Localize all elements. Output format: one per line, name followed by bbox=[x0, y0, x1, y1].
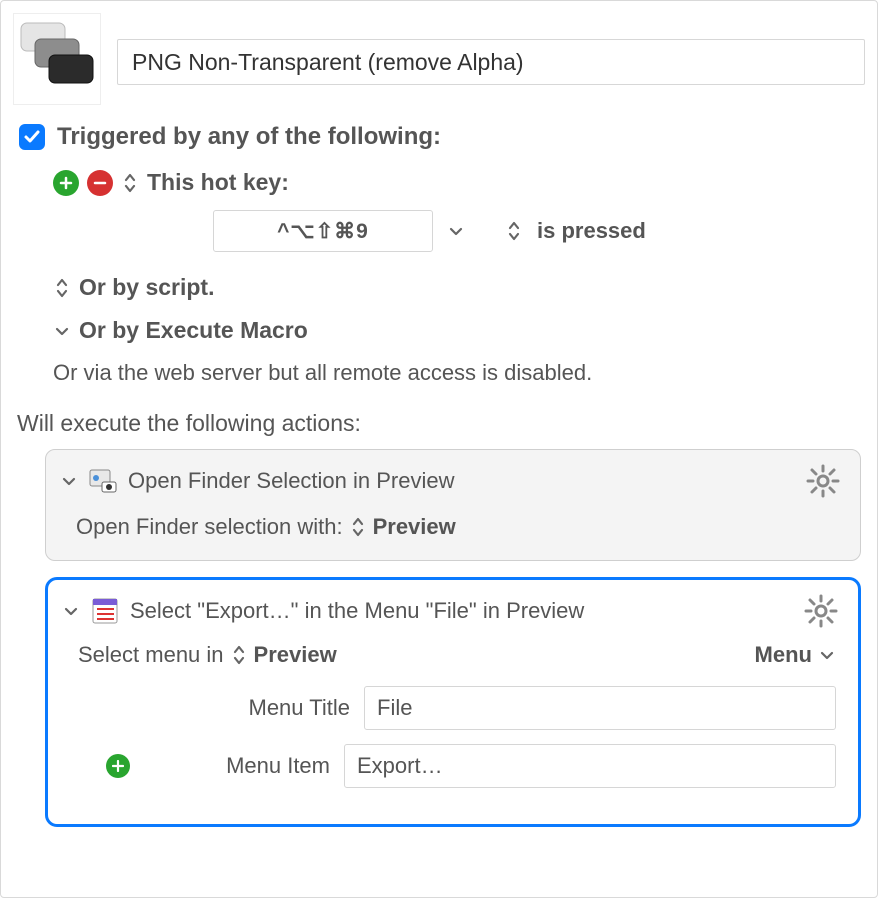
or-by-execute-macro-label: Or by Execute Macro bbox=[79, 317, 308, 344]
chevron-down-icon[interactable] bbox=[60, 472, 78, 490]
action-body: Open Finder selection with: Preview bbox=[46, 504, 860, 544]
hotkey-label: This hot key: bbox=[147, 169, 289, 196]
select-menu-in-label: Select menu in bbox=[78, 642, 224, 668]
macro-title-input[interactable] bbox=[117, 39, 865, 85]
will-execute-label: Will execute the following actions: bbox=[17, 410, 865, 437]
updown-icon[interactable] bbox=[230, 644, 248, 666]
menu-title-row: Menu Title bbox=[78, 686, 836, 730]
updown-icon[interactable] bbox=[349, 516, 367, 538]
header-row bbox=[13, 13, 865, 105]
menu-title-input[interactable] bbox=[364, 686, 836, 730]
macro-editor-panel: Triggered by any of the following: This … bbox=[0, 0, 878, 898]
open-with-label: Open Finder selection with: bbox=[76, 514, 343, 540]
action-title: Open Finder Selection in Preview bbox=[128, 468, 455, 494]
menu-item-label: Menu Item bbox=[144, 753, 330, 779]
trigger-controls: This hot key: bbox=[53, 169, 865, 196]
app-selector[interactable]: Preview bbox=[254, 642, 337, 668]
hotkey-row: ^⌥⇧⌘9 is pressed bbox=[213, 210, 865, 252]
add-menu-item-button[interactable] bbox=[106, 754, 130, 778]
triggered-by-row: Triggered by any of the following: bbox=[19, 123, 865, 151]
action-header: Open Finder Selection in Preview bbox=[46, 454, 860, 504]
gear-icon[interactable] bbox=[804, 594, 838, 628]
remove-trigger-button[interactable] bbox=[87, 170, 113, 196]
chevron-down-icon bbox=[53, 322, 71, 340]
gear-icon[interactable] bbox=[806, 464, 840, 498]
select-menu-in-row: Select menu in Preview Menu bbox=[78, 642, 836, 668]
chevron-down-icon[interactable] bbox=[62, 602, 80, 620]
menu-list-icon bbox=[90, 596, 120, 626]
action-header: Select "Export…" in the Menu "File" in P… bbox=[48, 584, 858, 634]
or-by-script-row[interactable]: Or by script. bbox=[53, 274, 865, 301]
menu-item-input[interactable] bbox=[344, 744, 836, 788]
chevron-down-icon bbox=[818, 646, 836, 664]
enabled-checkbox[interactable] bbox=[19, 124, 45, 150]
triggered-label: Triggered by any of the following: bbox=[57, 123, 441, 151]
hotkey-field[interactable]: ^⌥⇧⌘9 bbox=[213, 210, 433, 252]
action-open-finder-selection[interactable]: Open Finder Selection in Preview Open Fi… bbox=[45, 449, 861, 561]
action-title: Select "Export…" in the Menu "File" in P… bbox=[130, 598, 584, 624]
updown-icon[interactable] bbox=[505, 220, 523, 242]
add-trigger-button[interactable] bbox=[53, 170, 79, 196]
menu-dropdown-button[interactable]: Menu bbox=[755, 642, 836, 668]
macro-icon[interactable] bbox=[13, 13, 101, 105]
preview-app-icon bbox=[88, 466, 118, 496]
is-pressed-label: is pressed bbox=[537, 218, 646, 244]
action-body: Select menu in Preview Menu Menu Title bbox=[48, 634, 858, 808]
or-by-execute-macro-row[interactable]: Or by Execute Macro bbox=[53, 317, 865, 344]
webserver-row: Or via the web server but all remote acc… bbox=[53, 360, 865, 386]
action-select-menu-item[interactable]: Select "Export…" in the Menu "File" in P… bbox=[45, 577, 861, 827]
hotkey-dropdown-icon[interactable] bbox=[447, 222, 465, 240]
updown-icon[interactable] bbox=[121, 172, 139, 194]
updown-icon bbox=[53, 277, 71, 299]
menu-item-row: Menu Item bbox=[78, 744, 836, 788]
app-selector[interactable]: Preview bbox=[373, 514, 456, 540]
or-by-script-label: Or by script. bbox=[79, 274, 214, 301]
menu-title-label: Menu Title bbox=[140, 695, 350, 721]
